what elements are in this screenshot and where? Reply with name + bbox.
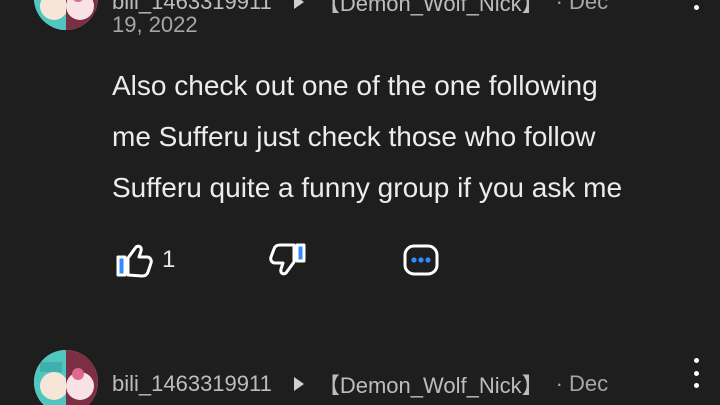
reply-arrow-icon <box>293 0 304 9</box>
comment-date: Dec <box>568 0 609 14</box>
comment-body: Also check out one of the one following … <box>112 60 702 213</box>
comment-text-line: Also check out one of the one following <box>112 70 598 101</box>
comment-date-continued: 19, 2022 <box>112 12 198 37</box>
separator-dot: · <box>555 0 563 14</box>
kebab-menu-icon[interactable] <box>686 358 706 388</box>
dislike-button[interactable] <box>268 238 310 282</box>
comment-header: bili_1463319911 【Demon_Wolf_Nick】 · Dec <box>112 368 608 400</box>
separator-dot: · <box>555 371 563 396</box>
like-button[interactable]: 1 <box>112 238 175 282</box>
username[interactable]: bili_1463319911 <box>112 371 272 397</box>
avatar-image <box>34 0 98 30</box>
reply-arrow-icon <box>293 377 304 391</box>
kebab-menu-icon[interactable] <box>686 0 706 10</box>
avatar-image <box>34 350 98 405</box>
reply-target[interactable]: 【Demon_Wolf_Nick】 <box>318 0 544 18</box>
comment-date: Dec <box>568 371 609 396</box>
reply-target[interactable]: 【Demon_Wolf_Nick】 <box>318 368 544 400</box>
more-comments-button[interactable] <box>400 238 442 282</box>
avatar[interactable] <box>34 350 98 405</box>
comment-text-line: Sufferu quite a funny group if you ask m… <box>112 172 623 203</box>
comment-thread: bili_1463319911 【Demon_Wolf_Nick】 · Dec … <box>0 0 720 405</box>
comment-text-line: me Sufferu just check those who follow <box>112 121 596 152</box>
like-count: 1 <box>162 246 176 273</box>
more-comments-icon <box>403 244 439 276</box>
avatar[interactable] <box>34 0 98 30</box>
thumbs-down-icon <box>269 243 306 276</box>
thumbs-up-icon <box>116 244 153 278</box>
